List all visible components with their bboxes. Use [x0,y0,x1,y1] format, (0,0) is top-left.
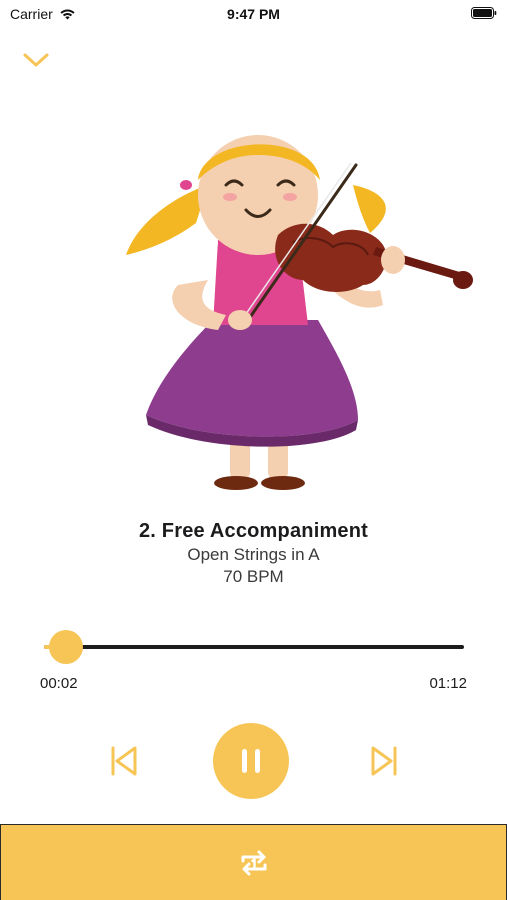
track-subtitle: Open Strings in A [187,545,320,564]
play-pause-button[interactable] [213,723,289,799]
progress-slider[interactable] [44,630,464,664]
elapsed-time: 00:02 [40,675,78,692]
next-track-button[interactable] [366,742,404,780]
pause-icon [242,749,260,773]
collapse-player-button[interactable] [20,48,52,72]
track-tempo: 70 BPM [223,567,284,586]
status-bar: Carrier 9:47 PM [0,0,507,30]
repeat-one-icon [241,850,266,875]
total-duration: 01:12 [429,675,467,692]
album-artwork [126,135,473,490]
track-title: 2. Free Accompaniment [138,520,369,542]
skip-previous-icon [111,746,137,776]
progress-thumb[interactable] [48,630,83,664]
track-info: 2. Free Accompaniment Open Strings in A … [0,518,507,588]
battery-icon [471,7,497,19]
status-time: 9:47 PM [227,6,280,22]
player-screen: Carrier 9:47 PM 2. Free Accompaniment Op… [0,0,507,900]
progress-track [44,645,464,649]
repeat-button[interactable] [0,824,507,900]
skip-next-icon [371,746,397,776]
chevron-down-icon [23,53,49,67]
previous-track-button[interactable] [104,742,142,780]
